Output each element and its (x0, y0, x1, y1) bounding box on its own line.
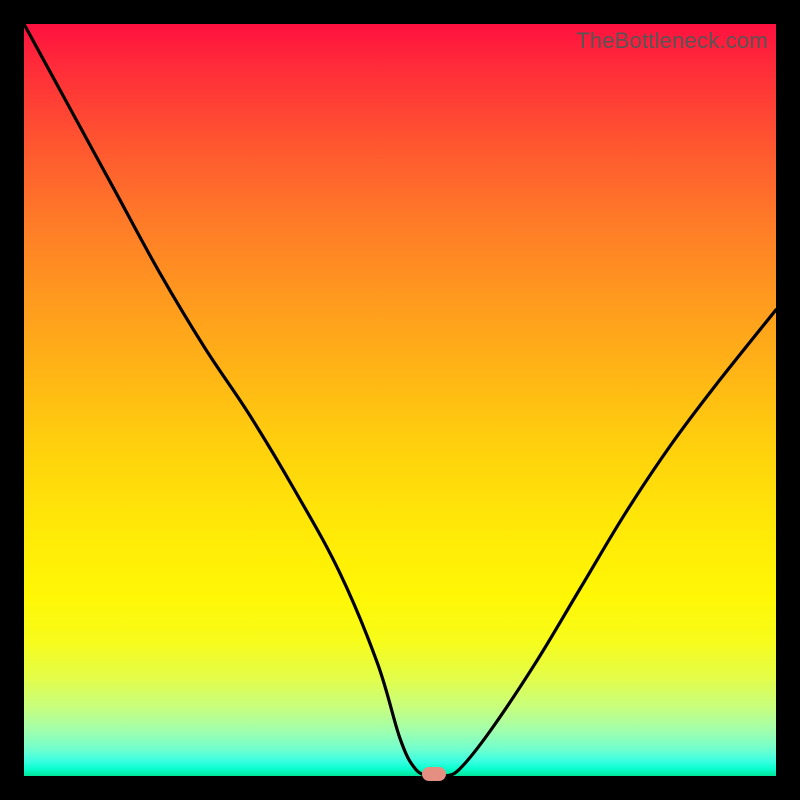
bottleneck-curve (24, 24, 776, 776)
chart-frame: TheBottleneck.com (0, 0, 800, 800)
optimal-point-marker (422, 767, 446, 781)
plot-area: TheBottleneck.com (24, 24, 776, 776)
